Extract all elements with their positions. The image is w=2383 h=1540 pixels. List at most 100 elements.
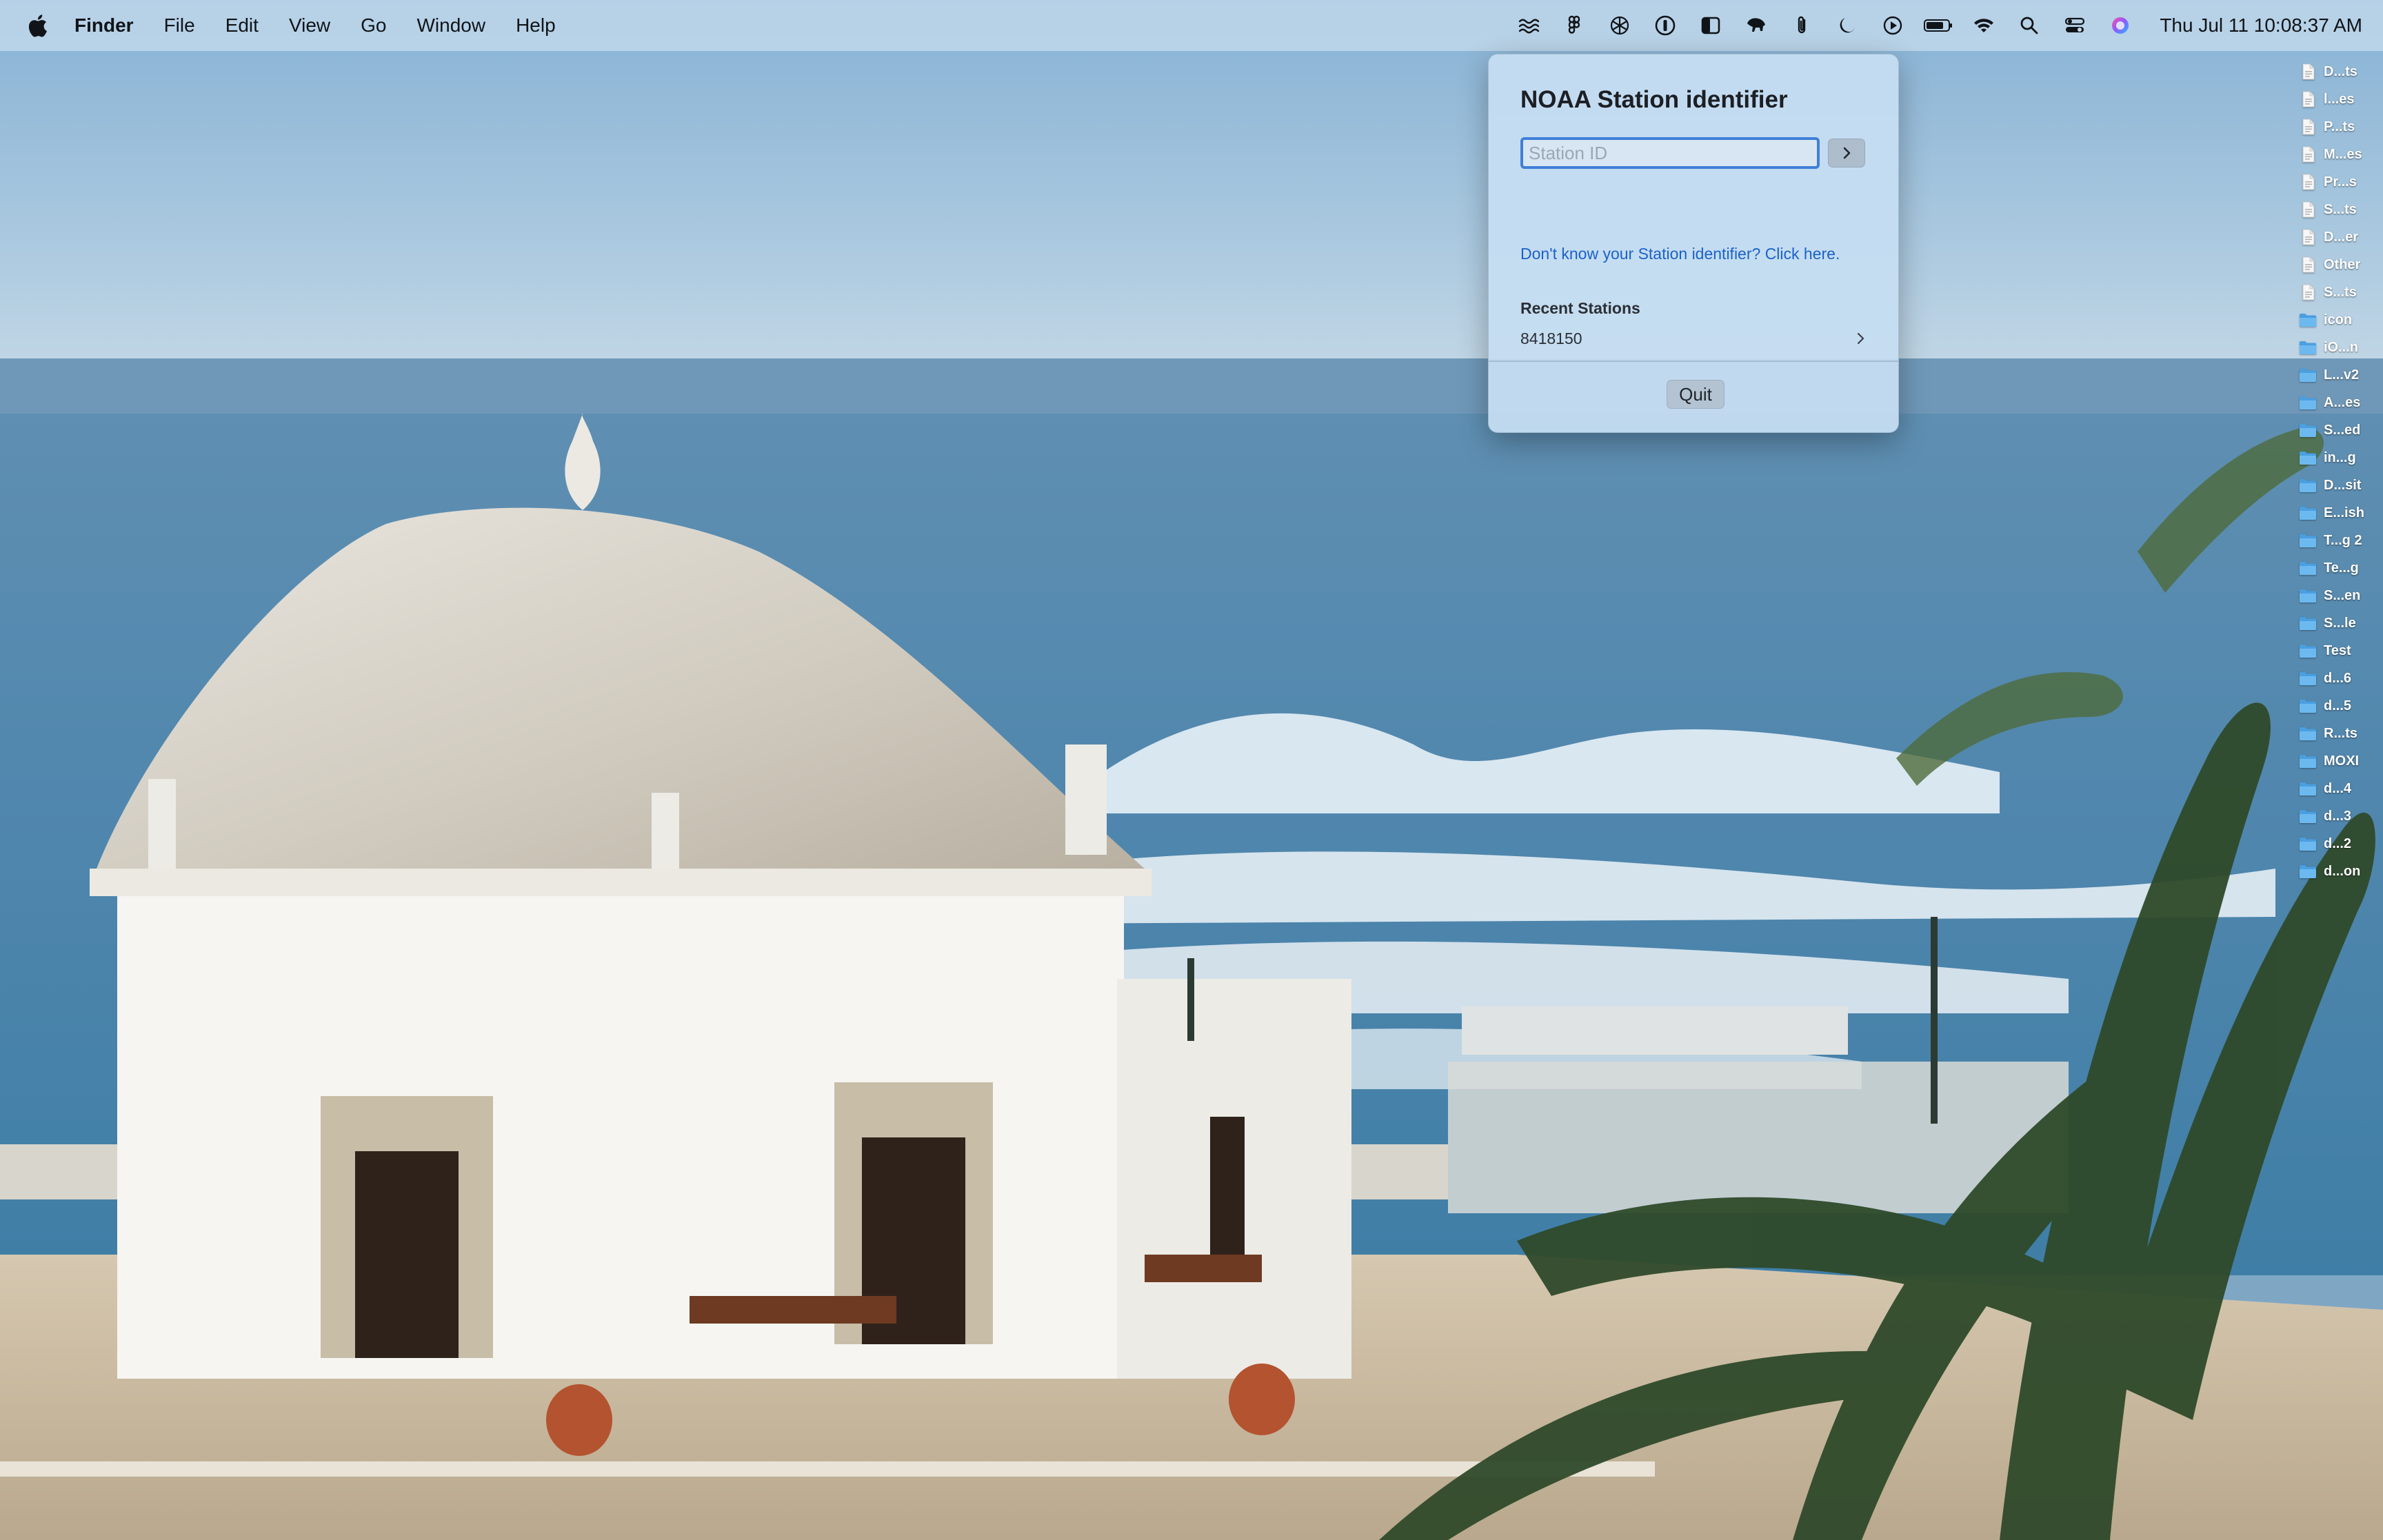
desktop-item[interactable]: D...er (2299, 223, 2383, 251)
folder-icon (2299, 642, 2317, 659)
desktop-item-label: S...ts (2324, 284, 2357, 300)
menu-help[interactable]: Help (501, 0, 571, 51)
tableplus-icon[interactable] (1733, 0, 1779, 51)
folder-icon (2299, 505, 2317, 521)
menu-window[interactable]: Window (401, 0, 501, 51)
desktop-item[interactable]: M...es (2299, 141, 2383, 168)
siri-icon[interactable] (2098, 0, 2143, 51)
desktop-item[interactable]: S...ts (2299, 278, 2383, 306)
desktop-item[interactable]: d...on (2299, 858, 2383, 885)
wifi-icon[interactable] (1961, 0, 2007, 51)
desktop-item[interactable]: Other (2299, 251, 2383, 278)
desktop-item[interactable]: P...ts (2299, 113, 2383, 141)
folder-icon (2299, 863, 2317, 880)
desktop-item-label: iO...n (2324, 339, 2358, 355)
desktop-item-label: d...4 (2324, 780, 2352, 796)
document-icon (2299, 91, 2317, 108)
menu-edit[interactable]: Edit (210, 0, 274, 51)
desktop-item[interactable]: S...ts (2299, 196, 2383, 223)
desktop-item-label: d...6 (2324, 670, 2352, 686)
desktop-item[interactable]: Test (2299, 637, 2383, 665)
desktop-item[interactable]: E...ish (2299, 499, 2383, 527)
desktop-item[interactable]: D...sit (2299, 472, 2383, 499)
desktop-item[interactable]: S...en (2299, 582, 2383, 609)
battery-icon (1916, 0, 1961, 51)
folder-icon (2299, 449, 2317, 466)
desktop-item-label: D...er (2324, 229, 2359, 245)
folder-icon (2299, 835, 2317, 852)
desktop-item[interactable]: L...v2 (2299, 361, 2383, 389)
desktop-item[interactable]: l...es (2299, 85, 2383, 113)
document-icon (2299, 63, 2317, 80)
desktop-item[interactable]: D...ts (2299, 58, 2383, 85)
figma-icon[interactable] (1551, 0, 1597, 51)
sidebar-icon[interactable] (1688, 0, 1733, 51)
openai-icon[interactable] (1597, 0, 1642, 51)
desktop-item[interactable]: d...2 (2299, 830, 2383, 858)
control-center-icon[interactable] (2052, 0, 2098, 51)
folder-icon (2299, 698, 2317, 714)
menu-bar-clock[interactable]: Thu Jul 11 10:08:37 AM (2143, 14, 2362, 37)
play-circle-icon[interactable] (1870, 0, 1916, 51)
desktop-item[interactable]: iO...n (2299, 334, 2383, 361)
menu-app-name[interactable]: Finder (74, 0, 149, 51)
onepassword-icon[interactable] (1642, 0, 1688, 51)
document-icon (2299, 256, 2317, 273)
chevron-right-icon (1857, 332, 1864, 345)
folder-icon (2299, 808, 2317, 824)
desktop-item[interactable]: A...es (2299, 389, 2383, 416)
search-icon[interactable] (2007, 0, 2052, 51)
desktop-wallpaper (0, 0, 2383, 1540)
desktop-item[interactable]: in...g (2299, 444, 2383, 472)
desktop-item-label: l...es (2324, 91, 2355, 107)
desktop-item-label: A...es (2324, 394, 2361, 410)
desktop-item[interactable]: d...6 (2299, 665, 2383, 692)
recent-stations-heading: Recent Stations (1520, 299, 1640, 317)
folder-icon (2299, 615, 2317, 631)
folder-icon (2299, 394, 2317, 411)
folder-icon (2299, 725, 2317, 742)
desktop-item[interactable]: d...5 (2299, 692, 2383, 720)
menu-file[interactable]: File (149, 0, 210, 51)
document-icon (2299, 146, 2317, 163)
desktop-item-label: S...ts (2324, 201, 2357, 217)
menu-go[interactable]: Go (345, 0, 401, 51)
desktop-item-label: M...es (2324, 146, 2362, 162)
folder-icon (2299, 339, 2317, 356)
desktop-item-label: Te...g (2324, 560, 2359, 576)
recent-station-item[interactable]: 8418150 (1520, 323, 1868, 354)
desktop-item[interactable]: T...g 2 (2299, 527, 2383, 554)
quit-button[interactable]: Quit (1667, 380, 1725, 409)
document-icon (2299, 201, 2317, 218)
folder-icon (2299, 312, 2317, 328)
desktop-item[interactable]: S...le (2299, 609, 2383, 637)
desktop-item-label: d...3 (2324, 808, 2352, 824)
desktop-item[interactable]: S...ed (2299, 416, 2383, 444)
desktop-item[interactable]: MOXI (2299, 747, 2383, 775)
moon-icon[interactable] (1824, 0, 1870, 51)
desktop-item-label: L...v2 (2324, 367, 2360, 383)
desktop-item[interactable]: icon (2299, 306, 2383, 334)
submit-station-button[interactable] (1828, 139, 1865, 168)
desktop-item[interactable]: Pr...s (2299, 168, 2383, 196)
folder-icon (2299, 780, 2317, 797)
station-id-input[interactable] (1520, 137, 1820, 169)
folder-icon (2299, 422, 2317, 438)
desktop-item[interactable]: d...3 (2299, 802, 2383, 830)
noaa-station-popover: NOAA Station identifier Don't know your … (1488, 54, 1899, 433)
desktop-item-label: d...2 (2324, 835, 2352, 851)
desktop-item[interactable]: R...ts (2299, 720, 2383, 747)
menu-view[interactable]: View (274, 0, 345, 51)
find-station-link[interactable]: Don't know your Station identifier? Clic… (1520, 245, 1840, 263)
desktop-item-label: S...ed (2324, 422, 2361, 438)
waves-icon[interactable] (1506, 0, 1551, 51)
desktop-item[interactable]: Te...g (2299, 554, 2383, 582)
paperclip-icon[interactable] (1779, 0, 1824, 51)
apple-icon[interactable] (0, 0, 74, 51)
desktop-item-label: Other (2324, 256, 2361, 272)
desktop-item-label: d...5 (2324, 698, 2352, 713)
desktop-item[interactable]: d...4 (2299, 775, 2383, 802)
popover-divider (1489, 361, 1898, 362)
app-menus: Finder File Edit View Go Window Help (74, 0, 571, 51)
desktop-item-label: T...g 2 (2324, 532, 2362, 548)
